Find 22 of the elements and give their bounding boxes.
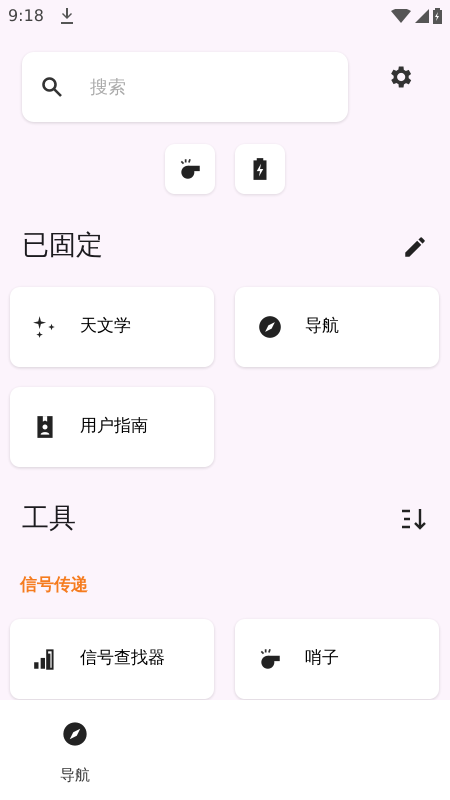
search-field[interactable]: 搜索 [88, 72, 308, 102]
cell-signal-icon [415, 9, 429, 23]
quick-action-button[interactable] [235, 144, 285, 194]
quick-action-button[interactable] [165, 144, 215, 194]
search-bar[interactable]: 搜索 [22, 52, 348, 122]
search-icon [40, 75, 64, 99]
tool-card[interactable]: 天文学 [10, 286, 214, 366]
section-title: 工具 [22, 502, 76, 536]
compass-icon [257, 314, 283, 340]
category-label: 信号传递 [18, 574, 89, 597]
nav-tab[interactable]: 导航 [35, 700, 115, 800]
sort-icon [400, 507, 428, 532]
tool-card[interactable]: 导航 [235, 286, 439, 366]
tool-card[interactable]: 用户指南 [10, 386, 214, 466]
clock: 9:18 [8, 5, 44, 27]
tool-card[interactable]: 信号查找器 [10, 618, 214, 698]
tool-card[interactable]: 哨子 [235, 618, 439, 698]
battery-icon [433, 8, 442, 24]
section-title: 已固定 [22, 229, 103, 263]
wifi-icon [391, 9, 411, 23]
compass-icon [61, 720, 89, 748]
download-icon [60, 8, 74, 24]
